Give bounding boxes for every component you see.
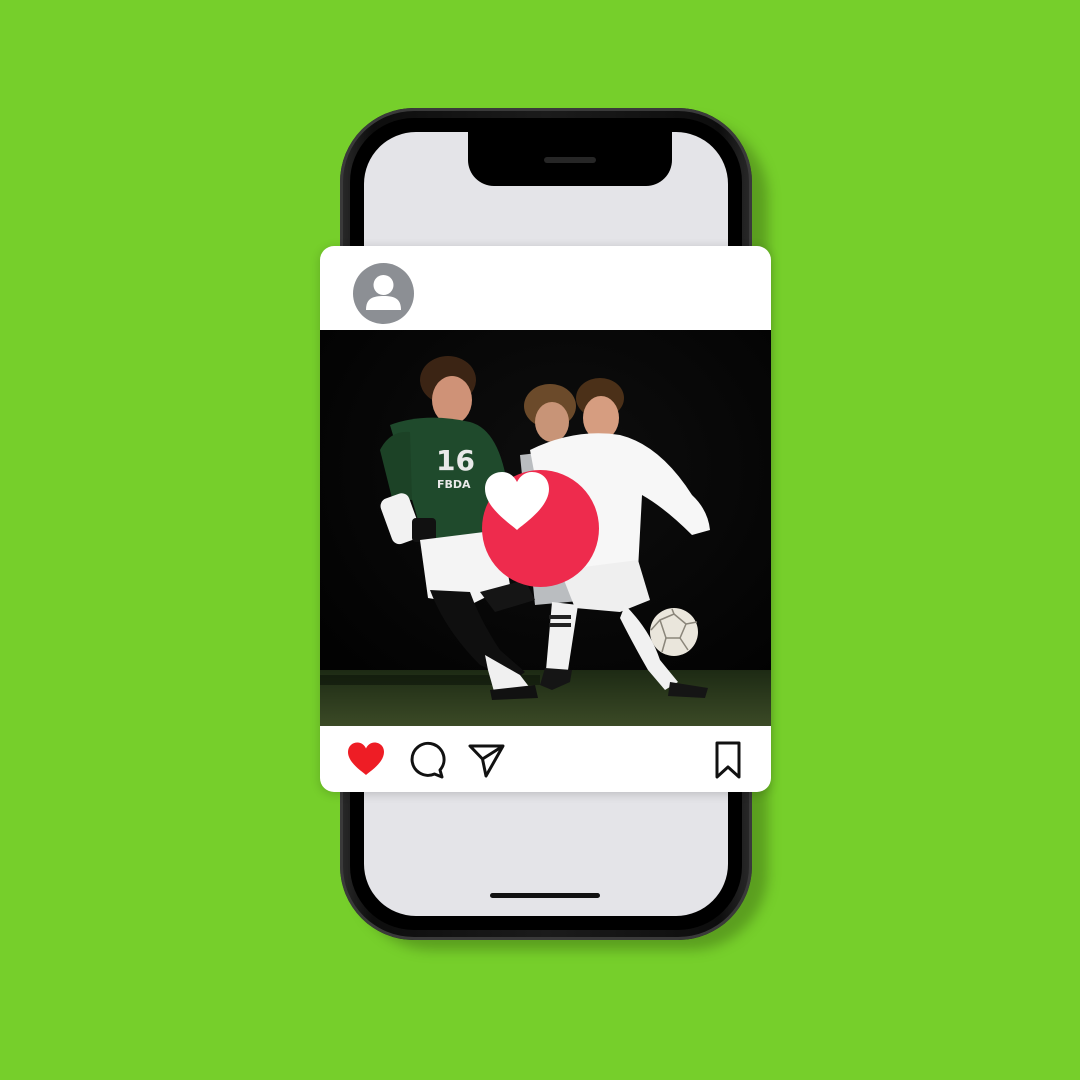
home-indicator[interactable] xyxy=(490,893,600,898)
like-animation-bubble xyxy=(482,470,599,587)
bookmark-icon xyxy=(715,741,741,779)
comment-icon xyxy=(410,741,446,779)
post-actions-bar xyxy=(320,726,771,792)
share-button[interactable] xyxy=(466,740,506,780)
post-image[interactable]: 16 FBDA xyxy=(320,330,771,726)
jersey-text: FBDA xyxy=(437,478,471,491)
phone-notch xyxy=(468,132,672,186)
user-icon xyxy=(366,275,401,310)
background: 16 FBDA xyxy=(0,0,1080,1080)
save-button[interactable] xyxy=(708,740,748,780)
post-header xyxy=(320,246,771,330)
heart-icon xyxy=(348,742,384,775)
jersey-number: 16 xyxy=(436,444,475,477)
heart-icon xyxy=(485,472,549,530)
post-card: 16 FBDA xyxy=(320,246,771,792)
avatar[interactable] xyxy=(353,263,414,324)
send-icon xyxy=(468,744,505,778)
like-button[interactable] xyxy=(346,740,386,780)
comment-button[interactable] xyxy=(406,740,446,780)
speaker-grille xyxy=(544,157,596,163)
